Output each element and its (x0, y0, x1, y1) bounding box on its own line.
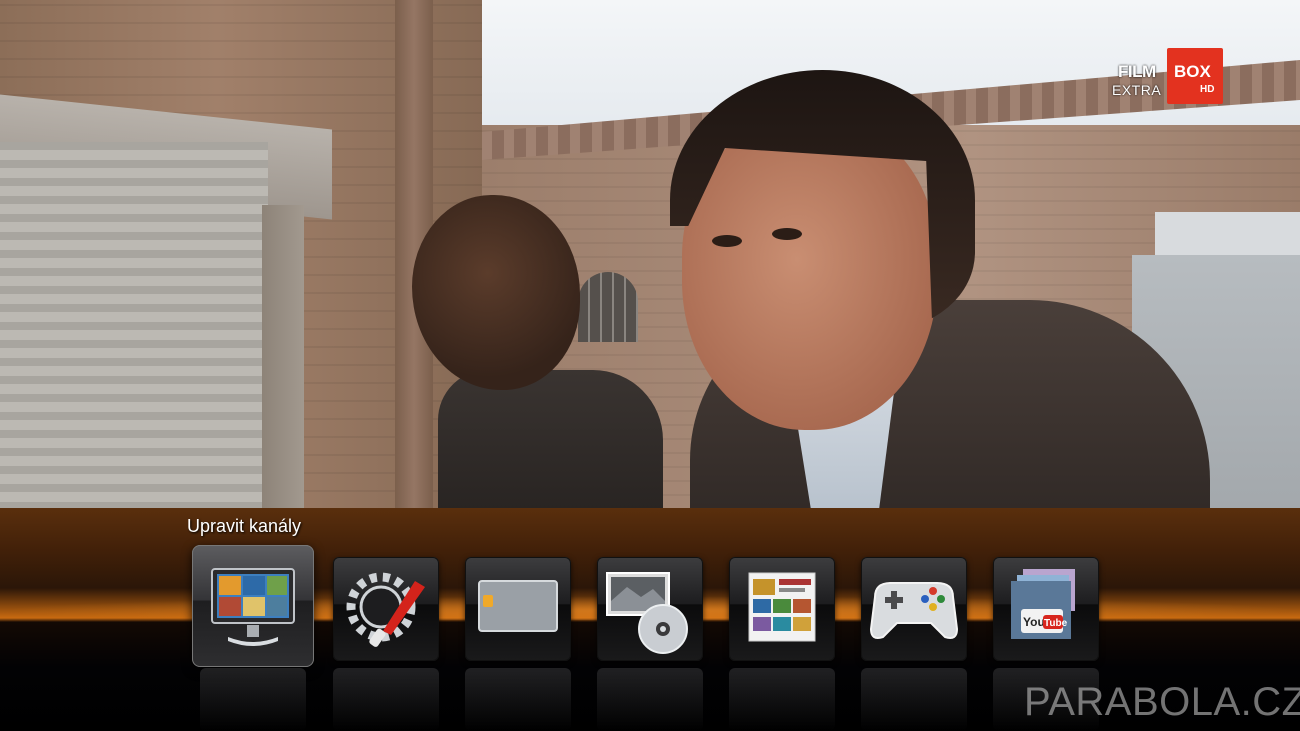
tile-reflection (333, 668, 439, 731)
gamepad-icon (869, 582, 959, 639)
youtube-icon: You Tube (1011, 569, 1075, 639)
menu-title: Upravit kanály (187, 516, 302, 536)
man-eye-right (772, 228, 802, 240)
tile-reflection (597, 668, 703, 731)
arched-window (578, 272, 638, 342)
youtube-tube-text: Tube (1044, 618, 1068, 629)
menu-item-photo-gallery[interactable] (729, 557, 835, 661)
man-eye-left (712, 235, 742, 247)
photo-gallery-icon (748, 572, 816, 642)
logo-box-text: BOX (1174, 62, 1211, 81)
logo-extra-text: EXTRA (1112, 82, 1162, 98)
menu-item-edit-channels[interactable] (192, 545, 314, 667)
menu-item-games[interactable] (861, 557, 967, 661)
menu-item-media-player[interactable] (597, 557, 703, 661)
video-frame (0, 0, 1300, 510)
menu-item-youtube[interactable]: You Tube (993, 557, 1099, 661)
tile-reflection (200, 668, 306, 731)
smart-card-icon (478, 580, 558, 632)
media-disc-icon (606, 572, 688, 654)
site-watermark: PARABOLA.CZ (1024, 680, 1300, 724)
tile-reflection (729, 668, 835, 731)
logo-hd-badge: HD (1200, 84, 1215, 95)
man-face (682, 120, 937, 430)
youtube-you-text: You (1023, 615, 1045, 629)
tv-monitor-icon (211, 568, 295, 646)
woman-jacket (438, 370, 663, 510)
menu-item-settings[interactable] (333, 557, 439, 661)
channel-logo: FILM BOX EXTRA HD (1110, 48, 1224, 104)
garage-shutter (0, 142, 268, 510)
garage-side-wall (262, 205, 304, 510)
logo-film-text: FILM (1118, 62, 1156, 81)
settings-tools-icon (346, 572, 425, 647)
building-awning (1155, 212, 1300, 257)
menu-item-smart-card[interactable] (465, 557, 571, 661)
tile-reflection (465, 668, 571, 731)
tile-reflection (861, 668, 967, 731)
